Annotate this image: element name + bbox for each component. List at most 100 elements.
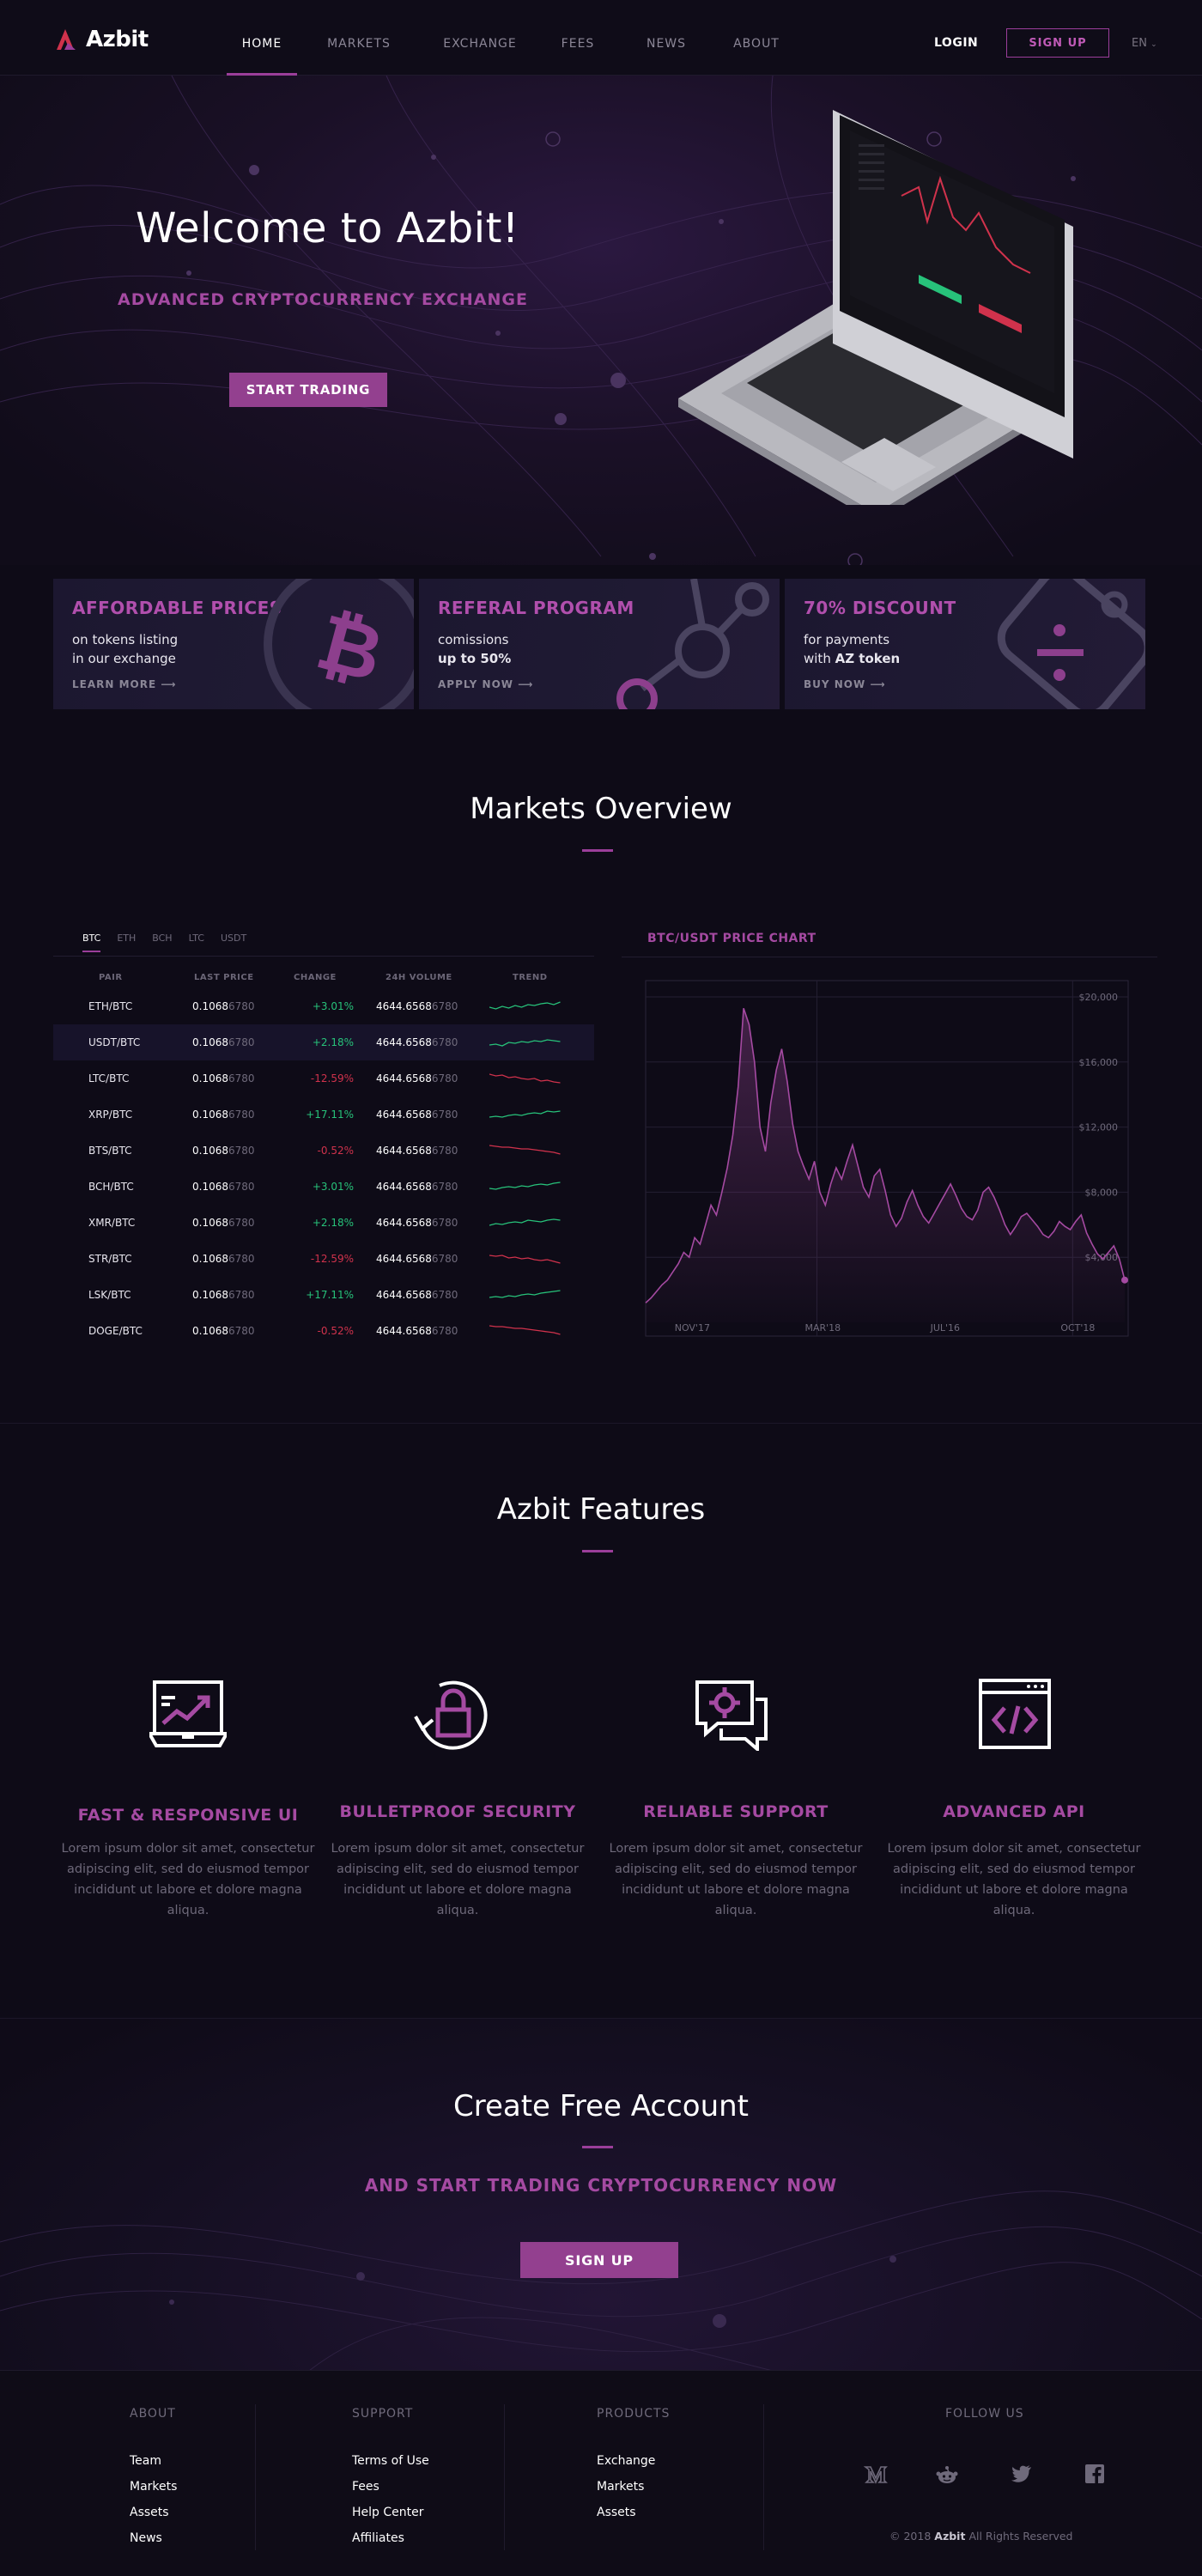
nav-fees[interactable]: FEES [541, 0, 615, 76]
markets-title: Markets Overview [470, 792, 732, 826]
last-price-dim: 6780 [228, 1325, 255, 1337]
table-row[interactable]: ETH/BTC 0.10686780 +3.01% 4644.65686780 [53, 988, 594, 1024]
last-price-cell: 0.10686780 [192, 1000, 255, 1012]
volume-dim: 6780 [431, 1217, 458, 1229]
tab-usdt[interactable]: USDT [221, 933, 246, 952]
y-tick-label: $8,000 [1085, 1187, 1119, 1198]
table-row[interactable]: STR/BTC 0.10686780 -12.59% 4644.65686780 [53, 1241, 594, 1277]
x-tick-label: NOV'17 [675, 1322, 710, 1334]
buy-now-link[interactable]: BUY NOW ⟶ [804, 678, 886, 690]
footer-link-assets[interactable]: Assets [130, 2506, 169, 2519]
table-row[interactable]: BTS/BTC 0.10686780 -0.52% 4644.65686780 [53, 1133, 594, 1169]
footer-link-assets[interactable]: Assets [597, 2506, 636, 2519]
signup-button[interactable]: SIGN UP [1006, 28, 1109, 58]
login-link[interactable]: LOGIN [934, 36, 978, 50]
volume-main: 4644.6568 [376, 1109, 432, 1121]
volume-dim: 6780 [431, 1325, 458, 1337]
last-price-main: 0.1068 [192, 1289, 228, 1301]
change-cell: -0.52% [317, 1325, 354, 1337]
volume-cell: 4644.65686780 [376, 1253, 458, 1265]
chat-gear-icon [695, 1680, 768, 1751]
language-selector[interactable]: EN ⌄ [1132, 37, 1157, 50]
medium-icon[interactable] [864, 2464, 888, 2485]
footer-link-news[interactable]: News [130, 2531, 162, 2545]
promo-line: with AZ token [804, 649, 900, 668]
last-price-main: 0.1068 [192, 1036, 228, 1048]
feature-text: Lorem ipsum dolor sit amet, consectetur … [61, 1842, 315, 1917]
volume-dim: 6780 [431, 1072, 458, 1084]
facebook-icon[interactable] [1085, 2464, 1104, 2483]
svg-text:₿: ₿ [308, 597, 392, 700]
arrow-right-icon: ⟶ [870, 678, 886, 690]
volume-dim: 6780 [431, 1289, 458, 1301]
chart-title: BTC/USDT PRICE CHART [647, 932, 817, 945]
nav-news[interactable]: NEWS [615, 0, 718, 76]
footer-divider [255, 2404, 256, 2550]
volume-main: 4644.6568 [376, 1289, 432, 1301]
y-tick-label: $16,000 [1079, 1057, 1119, 1068]
footer-link-team[interactable]: Team [130, 2454, 161, 2468]
footer-products-heading: PRODUCTS [597, 2407, 671, 2421]
footer-link-affiliates[interactable]: Affiliates [352, 2531, 404, 2545]
volume-main: 4644.6568 [376, 1000, 432, 1012]
sparkline-path [489, 1039, 561, 1047]
sparkline-path [489, 1145, 561, 1155]
tab-ltc[interactable]: LTC [189, 933, 204, 952]
nav-exchange[interactable]: EXCHANGE [419, 0, 541, 76]
table-row[interactable]: LTC/BTC 0.10686780 -12.59% 4644.65686780 [53, 1060, 594, 1097]
reddit-icon[interactable] [936, 2464, 958, 2485]
bitcoin-icon: ₿ [264, 579, 414, 709]
pair-cell: LTC/BTC [88, 1072, 130, 1084]
title-underline [582, 849, 613, 852]
learn-more-link[interactable]: LEARN MORE ⟶ [72, 678, 177, 690]
footer-link-terms[interactable]: Terms of Use [352, 2454, 429, 2468]
btc-price-chart[interactable]: $20,000$16,000$12,000$8,000$4,000NOV'17M… [642, 977, 1132, 1340]
col-volume: 24H VOLUME [385, 973, 452, 982]
volume-cell: 4644.65686780 [376, 1072, 458, 1084]
tab-btc[interactable]: BTC [82, 933, 101, 952]
volume-main: 4644.6568 [376, 1217, 432, 1229]
footer-link-markets[interactable]: Markets [597, 2480, 644, 2494]
volume-cell: 4644.65686780 [376, 1109, 458, 1121]
footer-link-help-center[interactable]: Help Center [352, 2506, 424, 2519]
sparkline-path [489, 1073, 561, 1084]
volume-cell: 4644.65686780 [376, 1289, 458, 1301]
cta-signup-button[interactable]: SIGN UP [520, 2242, 678, 2278]
volume-main: 4644.6568 [376, 1253, 432, 1265]
start-trading-button[interactable]: START TRADING [229, 373, 387, 407]
footer-link-exchange[interactable]: Exchange [597, 2454, 655, 2468]
last-price-main: 0.1068 [192, 1109, 228, 1121]
promo-title: 70% DISCOUNT [804, 598, 956, 618]
twitter-icon[interactable] [1011, 2464, 1032, 2483]
apply-now-label: APPLY NOW [438, 678, 514, 690]
code-window-icon [979, 1679, 1051, 1749]
footer-link-markets[interactable]: Markets [130, 2480, 177, 2494]
volume-dim: 6780 [431, 1145, 458, 1157]
last-price-dim: 6780 [228, 1253, 255, 1265]
tab-bch[interactable]: BCH [152, 933, 172, 952]
brand-logo[interactable]: Azbit [53, 24, 149, 55]
feature-text: Lorem ipsum dolor sit amet, consectetur … [887, 1842, 1141, 1917]
table-row[interactable]: USDT/BTC 0.10686780 +2.18% 4644.65686780 [53, 1024, 594, 1060]
table-row[interactable]: BCH/BTC 0.10686780 +3.01% 4644.65686780 [53, 1169, 594, 1205]
nav-markets[interactable]: MARKETS [299, 0, 419, 76]
tab-eth[interactable]: ETH [117, 933, 136, 952]
footer-support-heading: SUPPORT [352, 2407, 414, 2421]
sparkline-path [489, 1218, 561, 1226]
last-price-dim: 6780 [228, 1109, 255, 1121]
table-row[interactable]: LSK/BTC 0.10686780 +17.11% 4644.65686780 [53, 1277, 594, 1313]
table-row[interactable]: XRP/BTC 0.10686780 +17.11% 4644.65686780 [53, 1097, 594, 1133]
nav-about[interactable]: ABOUT [718, 0, 795, 76]
apply-now-link[interactable]: APPLY NOW ⟶ [438, 678, 533, 690]
promo-card-referral: REFERAL PROGRAM comissions up to 50% APP… [419, 579, 780, 709]
footer-about-heading: ABOUT [130, 2407, 176, 2421]
pair-cell: USDT/BTC [88, 1036, 141, 1048]
table-row[interactable]: XMR/BTC 0.10686780 +2.18% 4644.65686780 [53, 1205, 594, 1241]
col-last-price: LAST PRICE [194, 973, 254, 982]
arrow-right-icon: ⟶ [518, 678, 534, 690]
network-icon [616, 579, 769, 709]
table-row[interactable]: DOGE/BTC 0.10686780 -0.52% 4644.65686780 [53, 1313, 594, 1349]
sparkline-path [489, 1182, 561, 1190]
nav-home[interactable]: HOME [225, 0, 299, 76]
footer-link-fees[interactable]: Fees [352, 2480, 379, 2494]
